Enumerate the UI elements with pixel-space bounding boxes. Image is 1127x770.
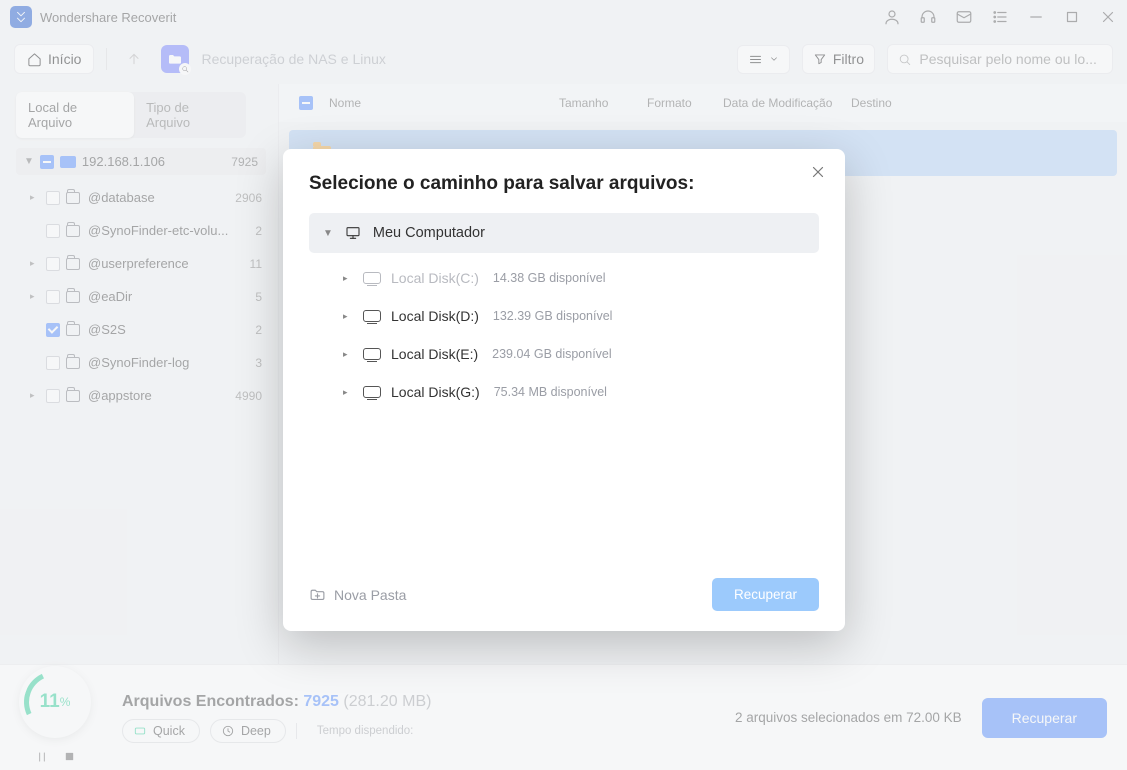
dest-disk-available: 75.34 MB disponível [494,385,607,399]
caret-icon: ▼ [323,228,333,239]
modal-close-button[interactable] [809,163,827,186]
dest-root-label: Meu Computador [373,225,485,241]
dest-disk-label: Local Disk(E:) [391,346,478,362]
disk-icon [363,348,381,360]
save-path-modal: Selecione o caminho para salvar arquivos… [283,149,845,631]
caret-icon: ▸ [343,311,353,322]
caret-icon: ▸ [343,273,353,284]
caret-icon: ▸ [343,387,353,398]
dest-root[interactable]: ▼ Meu Computador [309,213,819,253]
disk-icon [363,386,381,398]
dest-disk-available: 239.04 GB disponível [492,347,612,361]
new-folder-button[interactable]: Nova Pasta [309,586,406,603]
dest-disk: ▸ Local Disk(C:) 14.38 GB disponível [309,259,819,297]
disk-icon [363,310,381,322]
new-folder-label: Nova Pasta [334,587,406,603]
modal-title: Selecione o caminho para salvar arquivos… [283,173,845,213]
dest-disk-label: Local Disk(G:) [391,384,480,400]
modal-recover-button[interactable]: Recuperar [712,578,819,611]
disk-icon [363,272,381,284]
computer-icon [343,225,363,241]
dest-disk-label: Local Disk(C:) [391,270,479,286]
dest-disk[interactable]: ▸ Local Disk(G:) 75.34 MB disponível [309,373,819,411]
dest-disk-available: 132.39 GB disponível [493,309,613,323]
dest-disk[interactable]: ▸ Local Disk(D:) 132.39 GB disponível [309,297,819,335]
dest-disk[interactable]: ▸ Local Disk(E:) 239.04 GB disponível [309,335,819,373]
dest-disk-label: Local Disk(D:) [391,308,479,324]
caret-icon: ▸ [343,349,353,360]
dest-disk-available: 14.38 GB disponível [493,271,606,285]
